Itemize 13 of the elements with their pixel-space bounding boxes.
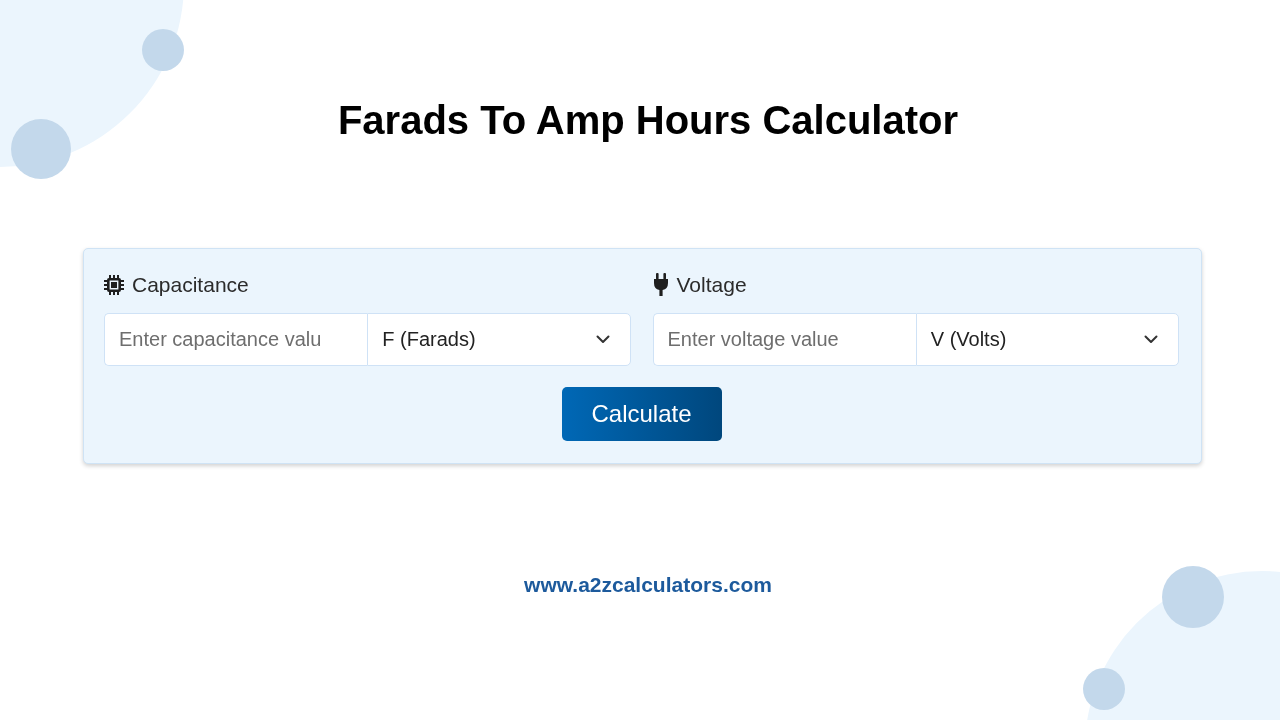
field-label: Voltage	[676, 273, 747, 297]
field-label: Capacitance	[132, 273, 249, 297]
website-url: www.a2zcalculators.com	[524, 572, 772, 598]
input-field[interactable]: Enter voltage value	[652, 313, 916, 366]
unit-dropdown[interactable]: V (Volts)	[915, 313, 1179, 366]
calculate-button[interactable]: Calculate	[561, 387, 722, 441]
chevron-down-icon	[595, 335, 610, 344]
plug-icon	[652, 273, 669, 297]
input-field[interactable]: Enter capacitance valu	[104, 313, 368, 366]
chevron-down-icon	[1144, 335, 1158, 344]
chip-icon	[104, 275, 124, 295]
unit-dropdown[interactable]: F (Farads)	[367, 313, 631, 366]
page-title: Farads To Amp Hours Calculator	[337, 97, 959, 144]
